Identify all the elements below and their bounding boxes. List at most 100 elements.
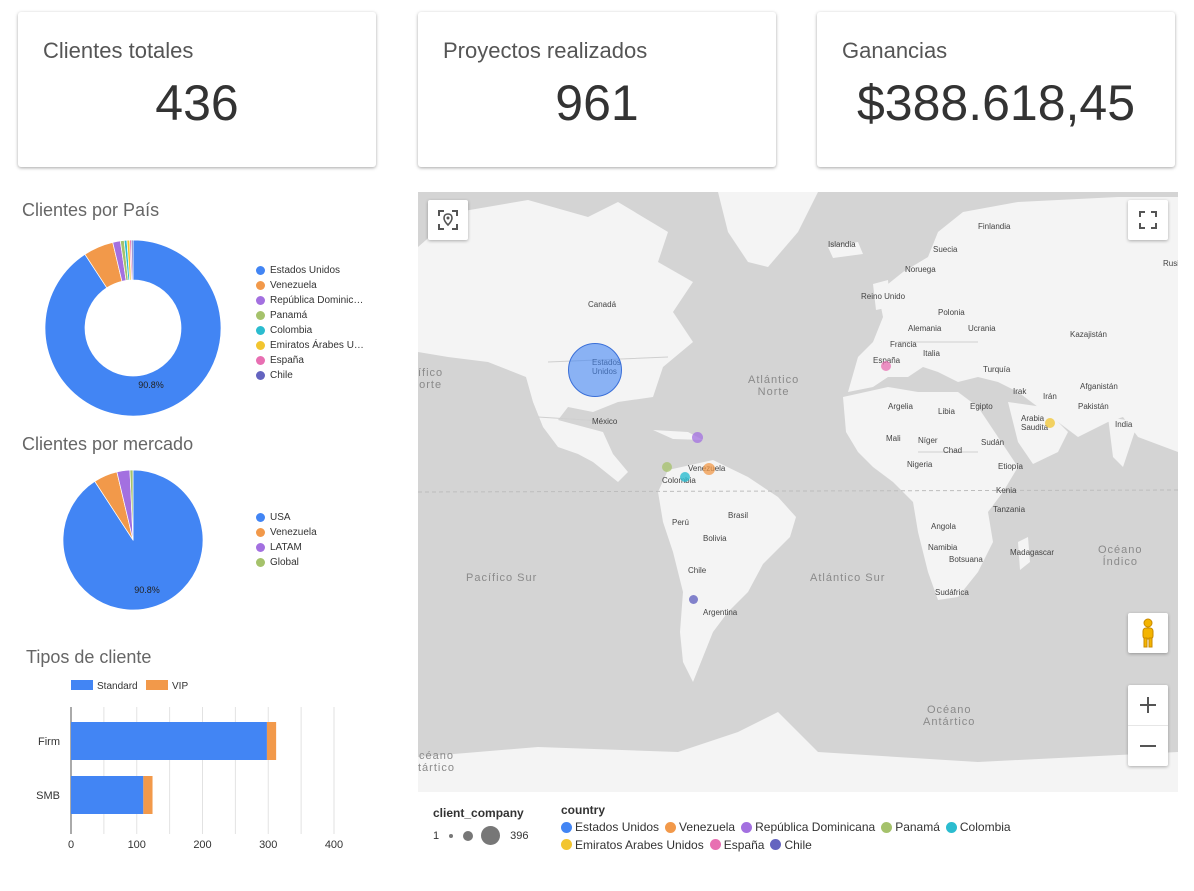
map-place-label: Italia xyxy=(923,349,940,358)
map-place-label: Afganistán xyxy=(1080,382,1118,391)
legend-color-dot xyxy=(256,528,265,537)
ocean-label: céano tártico xyxy=(418,750,455,774)
map-legend-item[interactable]: Chile xyxy=(770,837,812,853)
legend-label: España xyxy=(270,355,304,366)
chart-title-type: Tipos de cliente xyxy=(26,647,152,667)
pie-data-label: 90.8% xyxy=(134,585,160,595)
kpi-label: Proyectos realizados xyxy=(443,38,648,63)
legend-item[interactable]: Colombia xyxy=(256,323,364,338)
bar-standard-smb[interactable] xyxy=(71,776,144,814)
map-legend-item[interactable]: Venezuela xyxy=(665,819,735,835)
kpi-card-projects: Proyectos realizados 961 xyxy=(418,12,776,167)
map-place-label: Namibia xyxy=(928,543,958,552)
fullscreen-button[interactable] xyxy=(1128,200,1168,240)
minus-icon xyxy=(1140,744,1156,747)
map-place-label: Sudán xyxy=(981,438,1005,447)
map-bubble-colombia[interactable] xyxy=(680,472,690,482)
legend-label: Colombia xyxy=(959,820,1011,834)
map-bubble-espana[interactable] xyxy=(881,361,891,371)
legend-color-dot xyxy=(256,558,265,567)
map-place-label: Pakistán xyxy=(1078,402,1109,411)
bar-tick-label: 400 xyxy=(325,839,343,851)
kpi-value: $388.618,45 xyxy=(856,75,1136,131)
map-size-legend-title: client_company xyxy=(433,806,524,820)
map-bubble-emiratos[interactable] xyxy=(1045,418,1055,428)
legend-item[interactable]: Global xyxy=(256,555,317,570)
legend-color-dot xyxy=(561,839,572,850)
legend-item[interactable]: USA xyxy=(256,510,317,525)
legend-label: Estados Unidos xyxy=(575,820,660,834)
map-place-label: Chad xyxy=(943,446,963,455)
bar-tick-label: 300 xyxy=(259,839,277,851)
locate-icon xyxy=(438,210,458,230)
bar-standard-firm[interactable] xyxy=(71,722,267,760)
map-place-label: Kenia xyxy=(996,486,1017,495)
size-legend-max: 396 xyxy=(510,829,529,842)
bar-legend-swatch xyxy=(71,680,93,690)
bar-vip-firm[interactable] xyxy=(266,722,277,760)
world-map[interactable]: ífico orte Atlántico Norte Pacífico Sur … xyxy=(418,192,1178,792)
map-place-label: Argentina xyxy=(703,608,738,617)
map-place-label: Reino Unido xyxy=(861,292,906,301)
map-bubble-estados-unidos[interactable] xyxy=(568,343,622,397)
legend-item[interactable]: Estados Unidos xyxy=(256,263,364,278)
fullscreen-icon xyxy=(1139,211,1157,229)
legend-item[interactable]: República Dominic… xyxy=(256,293,364,308)
legend-label: Chile xyxy=(784,837,812,852)
bar-legend-label: Standard xyxy=(97,681,138,692)
legend-color-dot xyxy=(665,821,677,833)
map-place-label: Ucrania xyxy=(968,324,996,333)
legend-item[interactable]: Panamá xyxy=(256,308,364,323)
legend-item[interactable]: Chile xyxy=(256,368,364,383)
map-bubble-republica-dominicana[interactable] xyxy=(692,432,703,443)
bar-tick-label: 100 xyxy=(128,839,146,851)
legend-item[interactable]: Venezuela xyxy=(256,525,317,540)
map-legend-item[interactable]: Estados Unidos xyxy=(561,819,659,835)
ocean-label: Océano Índico xyxy=(1098,544,1143,568)
map-bubble-panama[interactable] xyxy=(662,462,672,472)
zoom-out-button[interactable] xyxy=(1128,726,1168,766)
map-bubble-venezuela[interactable] xyxy=(703,463,715,475)
chart-title-market: Clientes por mercado xyxy=(22,434,194,454)
legend-label: Venezuela xyxy=(270,280,317,291)
map-legend-item[interactable]: Emiratos Arabes Unidos xyxy=(561,837,704,853)
legend-label: Venezuela xyxy=(270,527,317,538)
map-place-label: Argelia xyxy=(888,402,913,411)
kpi-value: 436 xyxy=(155,75,239,131)
market-legend: USA Venezuela LATAM Global xyxy=(256,510,317,570)
ocean-label: Pacífico Sur xyxy=(466,572,538,584)
bar-vip-smb[interactable] xyxy=(143,776,153,814)
locate-button[interactable] xyxy=(428,200,468,240)
map-legend-item[interactable]: Colombia xyxy=(945,819,1011,835)
legend-item[interactable]: Emiratos Árabes U… xyxy=(256,338,364,353)
bar-category-label: Firm xyxy=(38,736,60,748)
map-legend-item[interactable]: España xyxy=(709,837,764,853)
legend-item[interactable]: Venezuela xyxy=(256,278,364,293)
legend-color-dot xyxy=(256,326,265,335)
legend-color-dot xyxy=(256,296,265,305)
map-place-label: Botsuana xyxy=(949,555,983,564)
map-place-label: Finlandia xyxy=(978,222,1011,231)
map-legend-item[interactable]: República Dominicana xyxy=(741,819,875,835)
map-place-label: Bolivia xyxy=(703,534,727,543)
client-type-bar-chart: Standard VIP 0 100 200 300 400 Firm SMB xyxy=(36,680,343,851)
country-donut-chart: 90.8% xyxy=(44,239,222,417)
legend-color-dot xyxy=(770,839,782,850)
legend-label: Panamá xyxy=(270,310,308,321)
legend-label: República Dominic… xyxy=(270,295,364,306)
map-place-label: Egipto xyxy=(970,402,993,411)
map-place-label: Irán xyxy=(1043,392,1057,401)
map-legend-item[interactable]: Panamá xyxy=(881,819,940,835)
legend-item[interactable]: España xyxy=(256,353,364,368)
map-landmass xyxy=(418,192,1178,792)
map-bubble-chile[interactable] xyxy=(689,595,698,604)
kpi-label: Ganancias xyxy=(842,38,948,63)
bar-legend-label: VIP xyxy=(172,681,188,692)
legend-color-dot xyxy=(709,839,721,850)
map-place-label: Canadá xyxy=(588,300,617,309)
ocean-label: Atlántico Sur xyxy=(810,572,886,584)
map-place-label: Sudáfrica xyxy=(935,588,969,597)
legend-item[interactable]: LATAM xyxy=(256,540,317,555)
zoom-in-button[interactable] xyxy=(1128,686,1168,726)
street-view-pegman-button[interactable] xyxy=(1128,613,1168,653)
